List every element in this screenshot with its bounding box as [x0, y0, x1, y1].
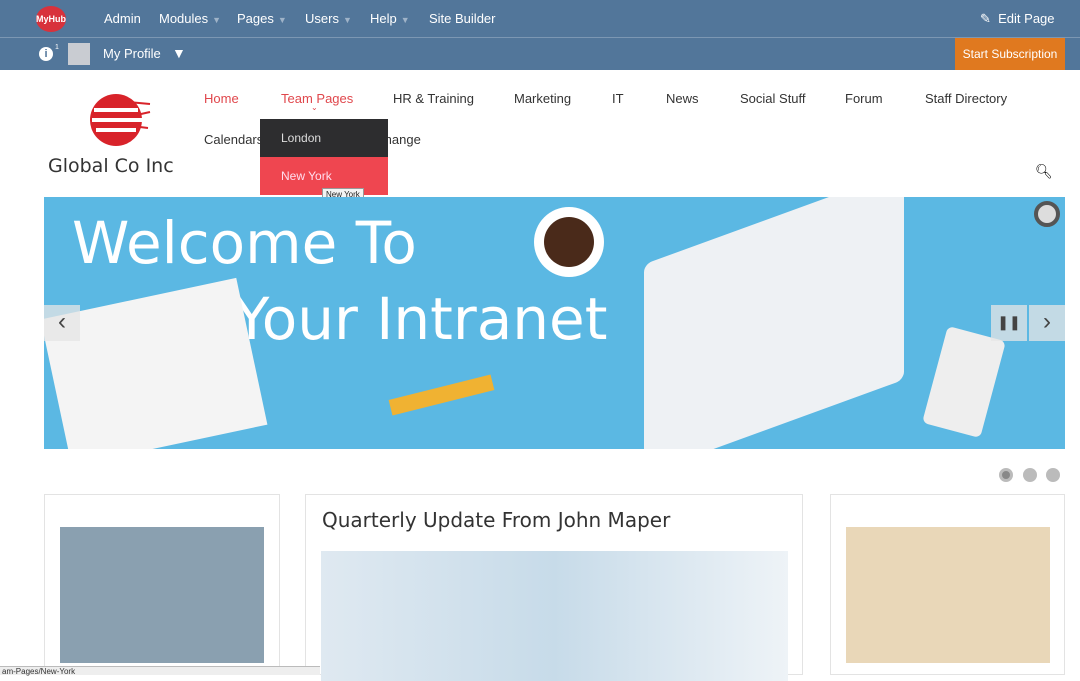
laptop-image	[644, 197, 904, 449]
hero-carousel: Welcome To Your Intranet ‹ ❚❚ ›	[44, 197, 1065, 449]
caret-down-icon[interactable]: ▼	[172, 45, 186, 61]
modules-label: Modules	[159, 11, 209, 26]
nav-social-stuff[interactable]: Social Stuff	[740, 91, 806, 106]
spreadsheet-image	[321, 551, 788, 681]
my-profile-link[interactable]: My Profile	[103, 46, 161, 61]
news-card[interactable]	[44, 494, 280, 675]
loading-icon	[1034, 201, 1060, 227]
start-subscription-button[interactable]: Start Subscription	[955, 38, 1065, 70]
caret-down-icon: ▼	[212, 15, 222, 25]
carousel-pause-button[interactable]: ❚❚	[991, 305, 1027, 341]
dropdown-item-london[interactable]: London	[260, 119, 388, 157]
nav-calendars[interactable]: Calendars	[204, 132, 263, 147]
pages-menu[interactable]: Pages ▼	[237, 11, 287, 26]
team-pages-dropdown: London New York	[260, 119, 388, 195]
edit-page-button[interactable]: ✎ Edit Page	[980, 11, 1055, 27]
notebook-image	[44, 277, 268, 449]
hero-title-line2: Your Intranet	[234, 285, 608, 353]
hero-title-line1: Welcome To	[72, 209, 417, 277]
caret-down-icon: ▼	[277, 15, 287, 25]
caret-down-icon: ▼	[342, 15, 352, 25]
admin-menu[interactable]: Admin	[104, 11, 141, 26]
help-label: Help	[370, 11, 397, 26]
help-menu[interactable]: Help ▼	[370, 11, 410, 26]
pages-label: Pages	[237, 11, 274, 26]
nav-staff-directory[interactable]: Staff Directory	[925, 91, 1007, 106]
chevron-down-icon: ⌄	[311, 103, 318, 112]
news-image	[60, 527, 264, 663]
brand-name: Global Co Inc	[48, 155, 174, 177]
carousel-prev-button[interactable]: ‹	[44, 305, 80, 341]
carousel-next-button[interactable]: ›	[1029, 305, 1065, 341]
globe-logo-icon	[90, 94, 151, 146]
search-icon[interactable]: 🔍︎	[1035, 163, 1053, 180]
carousel-dot-2[interactable]	[1023, 468, 1037, 482]
phone-image	[922, 325, 1006, 439]
pencil-icon: ✎	[980, 11, 991, 26]
admin-toolbar: MyHub Admin Modules ▼ Pages ▼ Users ▼ Help ▼…	[0, 0, 1080, 38]
forum-image	[846, 527, 1050, 663]
coffee-cup-image	[534, 207, 604, 277]
nav-home[interactable]: Home	[204, 91, 239, 106]
ruler-image	[388, 374, 495, 416]
nav-forum[interactable]: Forum	[845, 91, 883, 106]
carousel-dot-3[interactable]	[1046, 468, 1060, 482]
carousel-dot-1[interactable]	[999, 468, 1013, 482]
card-title: Quarterly Update From John Maper	[322, 508, 671, 532]
caret-down-icon: ▼	[400, 15, 410, 25]
edit-page-label: Edit Page	[998, 11, 1055, 26]
site-builder-link[interactable]: Site Builder	[429, 11, 495, 26]
info-badge: 1	[55, 44, 59, 51]
avatar[interactable]	[68, 43, 90, 65]
nav-marketing[interactable]: Marketing	[514, 91, 571, 106]
forum-card[interactable]	[830, 494, 1065, 675]
users-menu[interactable]: Users ▼	[305, 11, 352, 26]
users-label: Users	[305, 11, 339, 26]
nav-news[interactable]: News	[666, 91, 699, 106]
status-bar-url: am-Pages/New-York	[0, 666, 320, 676]
quarterly-update-card[interactable]: Quarterly Update From John Maper	[305, 494, 803, 681]
nav-hr-training[interactable]: HR & Training	[393, 91, 474, 106]
user-bar: i 1 My Profile ▼ Start Subscription	[0, 38, 1080, 70]
nav-it[interactable]: IT	[612, 91, 624, 106]
modules-menu[interactable]: Modules ▼	[159, 11, 221, 26]
myhub-logo[interactable]: MyHub	[36, 6, 66, 32]
info-icon[interactable]: i	[39, 47, 53, 61]
